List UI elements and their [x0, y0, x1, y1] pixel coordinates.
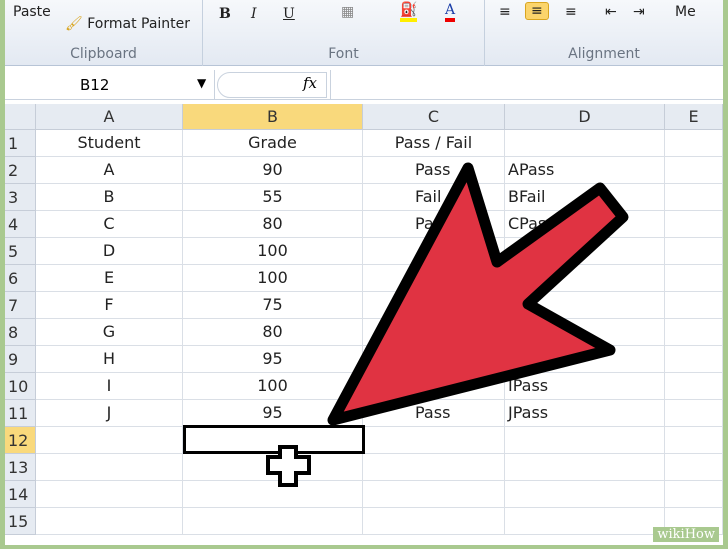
red-arrow: [266, 162, 629, 487]
cell-cursor-icon: [266, 445, 311, 487]
excel-window: Paste 🖌 Format Painter Clipboard B I U ▦…: [5, 0, 723, 545]
watermark: wikiHow: [653, 527, 719, 542]
